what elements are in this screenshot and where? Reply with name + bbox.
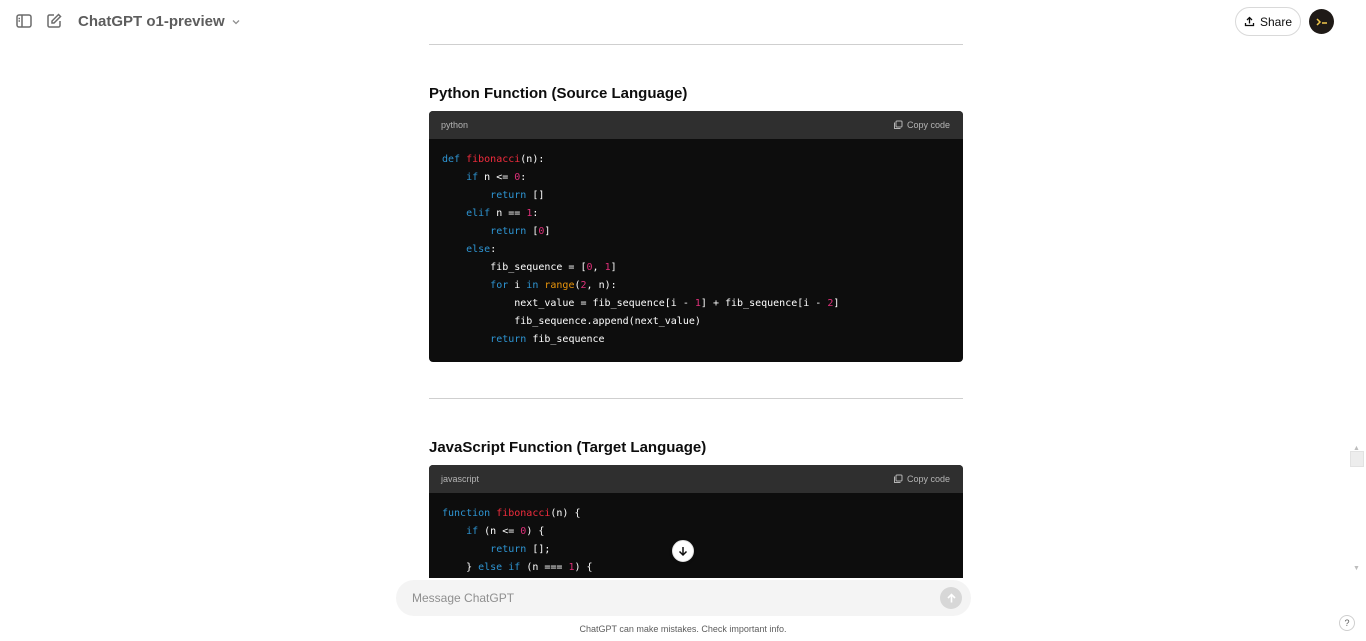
code-line: if n <= 0:: [466, 172, 527, 183]
avatar[interactable]: [1309, 9, 1334, 34]
code-block-header: python Copy code: [429, 111, 963, 139]
copy-code-button[interactable]: Copy code: [893, 474, 950, 484]
code-language-label: python: [441, 120, 469, 130]
divider: [429, 44, 963, 45]
code-content: function fibonacci(n) { if (n <= 0) { re…: [429, 493, 963, 577]
code-block-header: javascript Copy code: [429, 465, 963, 493]
code-line: return fib_sequence: [490, 334, 605, 345]
code-line: } else if (n === 1) {: [442, 562, 593, 573]
code-line: return []: [490, 190, 545, 201]
code-line: else:: [466, 244, 497, 255]
message-composer: [396, 580, 971, 616]
conversation-content: Python Function (Source Language) python…: [429, 0, 963, 578]
code-line: for i in range(2, n):: [490, 280, 617, 291]
scroll-to-bottom-button[interactable]: [672, 540, 694, 562]
code-line: def fibonacci(n):: [442, 154, 545, 165]
share-label: Share: [1259, 14, 1293, 29]
copy-icon: [893, 120, 903, 129]
share-icon: [1244, 16, 1255, 27]
arrow-down-icon: [678, 547, 688, 557]
copy-icon: [893, 474, 903, 483]
code-line: if (n <= 0) {: [466, 526, 545, 537]
scrollbar-thumb[interactable]: [1350, 451, 1364, 467]
message-input[interactable]: [412, 589, 922, 607]
code-line: fib_sequence.append(next_value): [442, 316, 701, 327]
arrow-up-icon: [946, 592, 956, 602]
code-block-python: python Copy code def fibonacci(n): if n …: [429, 111, 963, 362]
code-line: elif n == 1:: [466, 208, 539, 219]
chevron-down-icon: [232, 19, 240, 24]
copy-code-label: Copy code: [906, 120, 950, 130]
code-line: return [];: [490, 544, 551, 555]
new-chat-icon[interactable]: [42, 9, 66, 33]
code-content: def fibonacci(n): if n <= 0: return [] e…: [429, 139, 963, 349]
section-heading: Python Function (Source Language): [429, 85, 688, 102]
model-name: ChatGPT o1-preview: [78, 13, 225, 30]
code-line: function fibonacci(n) {: [442, 508, 581, 519]
code-language-label: javascript: [441, 474, 480, 484]
model-selector[interactable]: ChatGPT o1-preview: [78, 13, 241, 30]
sidebar-toggle-icon[interactable]: [12, 9, 36, 33]
code-line: fib_sequence = [0, 1]: [442, 262, 617, 273]
section-heading: JavaScript Function (Target Language): [429, 439, 707, 456]
code-block-javascript: javascript Copy code function fibonacci(…: [429, 465, 963, 578]
copy-code-label: Copy code: [906, 474, 950, 484]
help-button[interactable]: ?: [1339, 615, 1355, 631]
divider: [429, 398, 963, 399]
send-button[interactable]: [940, 587, 962, 609]
copy-code-button[interactable]: Copy code: [893, 120, 950, 130]
code-line: next_value = fib_sequence[i - 1] + fib_s…: [442, 298, 840, 309]
scroll-down-arrow-icon[interactable]: ▼: [1353, 565, 1360, 572]
share-button[interactable]: Share: [1235, 7, 1301, 36]
terminal-icon: [1315, 17, 1327, 26]
disclaimer-text: ChatGPT can make mistakes. Check importa…: [579, 624, 787, 634]
code-line: return [0]: [490, 226, 551, 237]
